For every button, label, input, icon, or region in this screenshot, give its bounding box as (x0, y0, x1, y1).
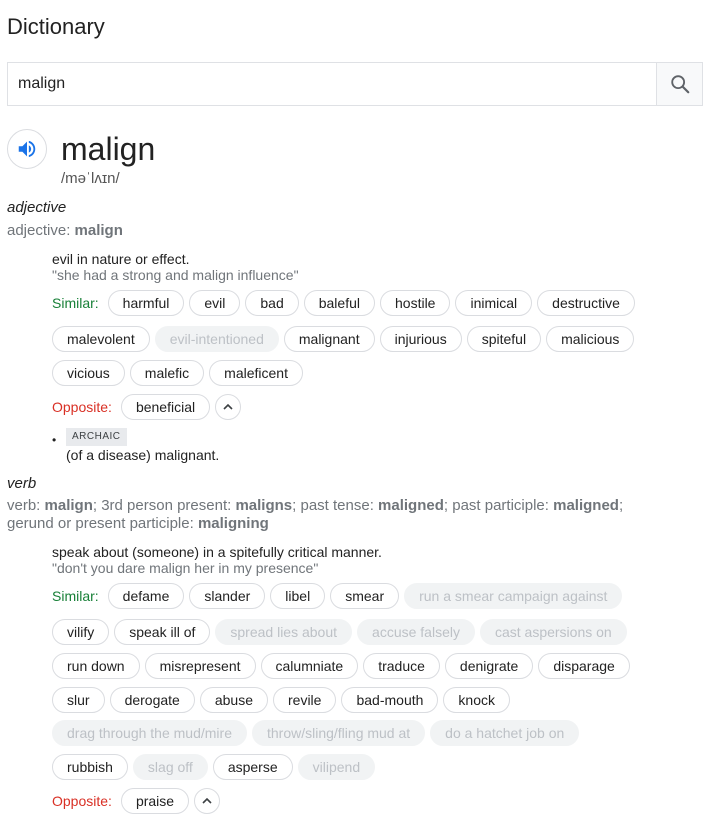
collapse-button[interactable] (215, 394, 242, 420)
synonym-chip[interactable]: knock (443, 687, 510, 713)
verb-similar-row: drag through the mud/mire throw/sling/fli… (52, 719, 584, 747)
synonym-chip[interactable]: defame (107, 583, 185, 609)
inflection-label: adjective: (7, 222, 75, 239)
synonym-chip[interactable]: malefic (129, 360, 205, 386)
verb-similar-row: rubbish slag off asperse vilipend (52, 753, 380, 781)
verb-definition: speak about (someone) in a spitefully cr… (52, 544, 382, 560)
phonetic-transcription: /məˈlʌɪn/ (61, 170, 120, 187)
synonym-chip[interactable]: speak ill of (114, 619, 211, 645)
collapse-button[interactable] (194, 788, 221, 814)
synonym-chip[interactable]: smear (330, 583, 400, 609)
synonym-chip[interactable]: malignant (283, 326, 375, 352)
inflection-label: gerund or present participle: (7, 515, 198, 532)
adjective-example: "she had a strong and malign influence" (52, 267, 299, 283)
synonym-chip[interactable]: misrepresent (144, 653, 256, 679)
archaic-badge: ARCHAIC (66, 428, 127, 446)
synonym-chip: evil-intentioned (154, 326, 279, 352)
antonym-chip[interactable]: praise (120, 788, 190, 814)
synonym-chip[interactable]: rubbish (52, 754, 128, 780)
synonym-chip[interactable]: denigrate (444, 653, 534, 679)
synonym-chip[interactable]: libel (270, 583, 326, 609)
synonym-chip[interactable]: inimical (455, 290, 533, 316)
synonym-chip[interactable]: baleful (303, 290, 375, 316)
antonym-chip[interactable]: beneficial (120, 394, 211, 420)
synonym-chip[interactable]: maleficent (209, 360, 303, 386)
adjective-opposite-row: Opposite: beneficial (52, 393, 242, 421)
inflection-form: maligns (235, 497, 293, 514)
synonym-chip: throw/sling/fling mud at (251, 720, 426, 746)
adjective-similar-row: malevolent evil-intentioned malignant injur… (52, 325, 639, 353)
synonym-chip[interactable]: bad (245, 290, 299, 316)
synonym-chip[interactable]: disparage (538, 653, 630, 679)
synonym-chip: accuse falsely (357, 619, 475, 645)
verb-similar-row: Similar: defame slander libel smear run a sme… (52, 582, 627, 610)
similar-label: Similar: (52, 588, 99, 604)
inflection-word: malign (74, 222, 123, 239)
synonym-chip[interactable]: revile (273, 687, 337, 713)
search-icon (670, 75, 689, 94)
synonym-chip[interactable]: traduce (363, 653, 440, 679)
opposite-label: Opposite: (52, 793, 112, 809)
inflection-label: verb: (7, 497, 45, 514)
verb-similar-row: run down misrepresent calumniate traduce den… (52, 652, 635, 680)
synonym-chip[interactable]: bad-mouth (341, 687, 439, 713)
part-of-speech-verb: verb (7, 475, 37, 492)
verb-similar-row: slur derogate abuse revile bad-mouth knock (52, 686, 515, 714)
synonym-chip[interactable]: vilify (52, 619, 110, 645)
synonym-chip[interactable]: injurious (379, 326, 462, 352)
synonym-chip[interactable]: abuse (199, 687, 268, 713)
verb-similar-row: vilify speak ill of spread lies about accus… (52, 618, 632, 646)
synonym-chip[interactable]: harmful (107, 290, 185, 316)
synonym-chip: drag through the mud/mire (52, 720, 247, 746)
synonym-chip[interactable]: malicious (546, 326, 635, 352)
speaker-icon (18, 140, 36, 158)
verb-inflection: verb: malign; 3rd person present: malign… (7, 497, 623, 533)
synonym-chip: do a hatchet job on (430, 720, 580, 746)
synonym-chip: run a smear campaign against (404, 583, 623, 609)
part-of-speech-adjective: adjective (7, 199, 67, 216)
inflection-label: ; 3rd person present: (92, 497, 236, 514)
synonym-chip[interactable]: hostile (380, 290, 451, 316)
adjective-inflection: adjective: malign (7, 222, 123, 240)
synonym-chip[interactable]: evil (189, 290, 241, 316)
chevron-up-icon (202, 797, 212, 804)
headword: malign (61, 131, 156, 167)
synonym-chip[interactable]: destructive (537, 290, 635, 316)
search-button[interactable] (656, 63, 702, 105)
inflection-label: ; past participle: (443, 497, 554, 514)
synonym-chip[interactable]: vicious (52, 360, 125, 386)
inflection-form: maligned (378, 497, 444, 514)
archaic-definition: (of a disease) malignant. (66, 447, 220, 463)
synonym-chip: spread lies about (215, 619, 353, 645)
synonym-chip[interactable]: derogate (109, 687, 195, 713)
adjective-similar-row: vicious malefic maleficent (52, 359, 308, 387)
inflection-form: maligned (553, 497, 619, 514)
synonym-chip: cast aspersions on (479, 619, 627, 645)
inflection-form: maligning (197, 515, 269, 532)
synonym-chip[interactable]: slur (52, 687, 105, 713)
adjective-definition: evil in nature or effect. (52, 251, 190, 267)
adjective-similar-row: Similar: harmful evil bad baleful hostile inim… (52, 289, 640, 317)
synonym-chip[interactable]: run down (52, 653, 140, 679)
chevron-up-icon (223, 403, 233, 410)
search-input[interactable] (8, 63, 658, 105)
inflection-label: ; past tense: (292, 497, 379, 514)
bullet: • (52, 433, 57, 447)
synonym-chip[interactable]: malevolent (52, 326, 150, 352)
verb-example: "don't you dare malign her in my presenc… (52, 560, 319, 576)
opposite-label: Opposite: (52, 399, 112, 415)
synonym-chip[interactable]: spiteful (466, 326, 542, 352)
similar-label: Similar: (52, 295, 99, 311)
synonym-chip: slag off (132, 754, 208, 780)
synonym-chip[interactable]: calumniate (260, 653, 359, 679)
page-title: Dictionary (7, 14, 105, 39)
pronunciation-speaker-button[interactable] (7, 129, 47, 169)
inflection-label: ; (618, 497, 624, 514)
inflection-form: malign (44, 497, 93, 514)
synonym-chip: vilipend (297, 754, 376, 780)
synonym-chip[interactable]: slander (189, 583, 266, 609)
search-box (7, 62, 703, 106)
synonym-chip[interactable]: asperse (212, 754, 293, 780)
verb-opposite-row: Opposite: praise (52, 787, 221, 815)
